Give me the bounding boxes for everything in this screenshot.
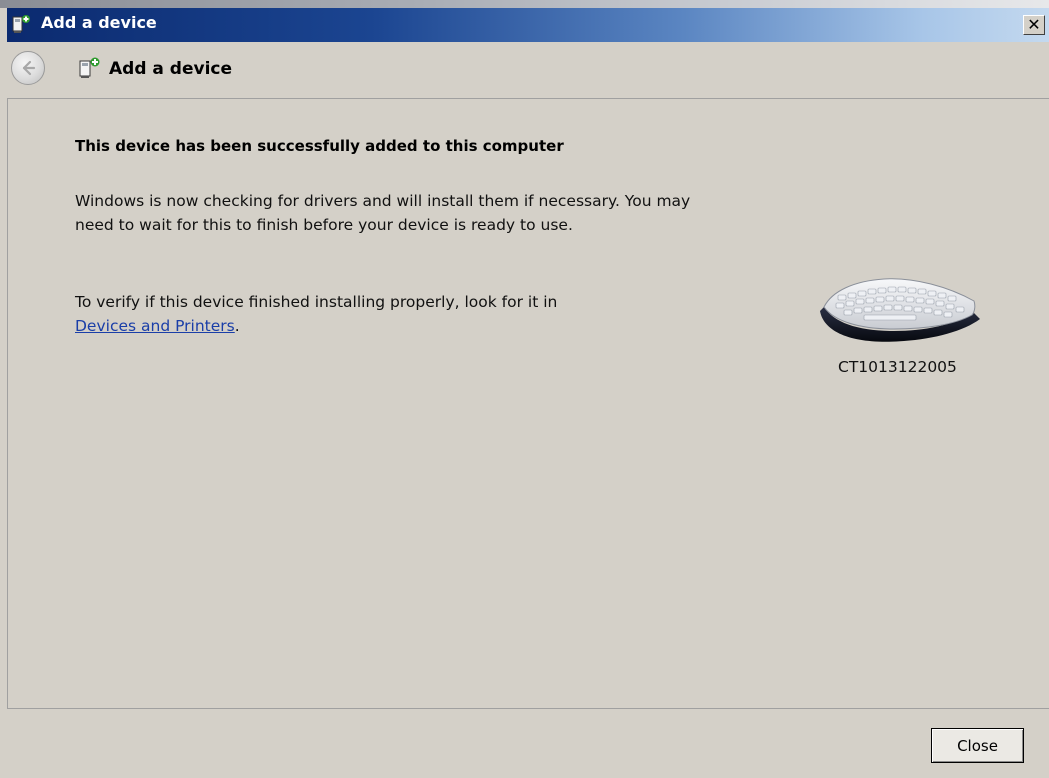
add-device-icon (79, 57, 100, 78)
navigation-bar: Add a device (7, 42, 1049, 98)
devices-and-printers-link[interactable]: Devices and Printers (75, 317, 235, 335)
window-title: Add a device (41, 13, 157, 32)
verify-text-end: . (234, 317, 240, 335)
nav-title: Add a device (109, 59, 233, 79)
title-bar[interactable]: Add a device ✕ (7, 8, 1049, 42)
device-tile: CT1013122005 (808, 271, 1008, 381)
keyboard-icon (820, 278, 980, 342)
success-heading: This device has been successfully added … (75, 137, 564, 155)
back-button[interactable] (11, 51, 45, 85)
window-close-button[interactable]: ✕ (1023, 15, 1045, 35)
back-arrow-icon (22, 60, 36, 76)
driver-info-paragraph: Windows is now checking for drivers and … (75, 192, 691, 234)
close-icon: ✕ (1027, 15, 1041, 34)
device-name: CT1013122005 (838, 358, 957, 376)
top-strip (0, 0, 1049, 8)
add-device-window: Add a device ✕ Add a device This device … (0, 0, 1049, 778)
content-panel: This device has been successfully added … (7, 98, 1049, 709)
footer-bar: Close (7, 709, 1049, 778)
verify-text: To verify if this device finished instal… (75, 293, 558, 311)
verify-paragraph: To verify if this device finished instal… (75, 290, 715, 338)
add-device-icon (12, 15, 30, 33)
close-button[interactable]: Close (931, 728, 1024, 763)
